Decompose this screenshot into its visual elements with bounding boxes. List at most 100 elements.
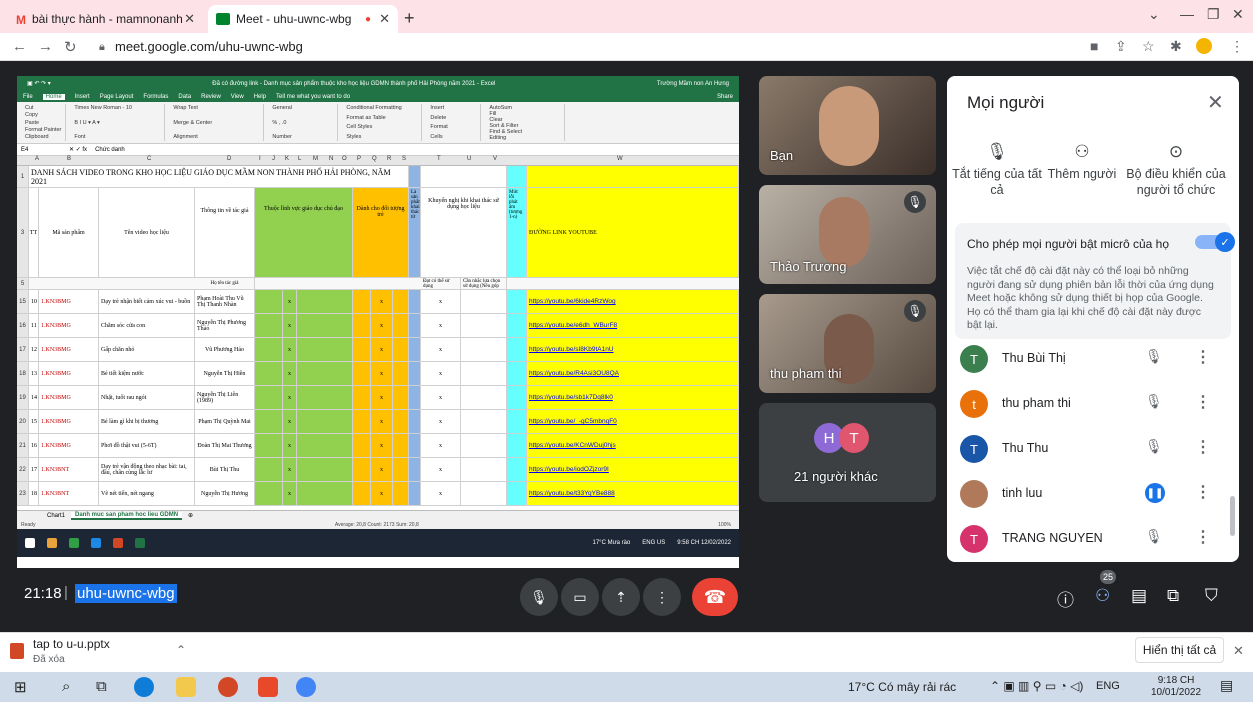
cell[interactable] xyxy=(393,410,409,433)
cell[interactable] xyxy=(255,290,283,313)
cell[interactable] xyxy=(507,434,527,457)
cell-tt[interactable]: 17 xyxy=(29,458,39,481)
cell[interactable] xyxy=(393,290,409,313)
cell-x3[interactable]: x xyxy=(421,290,461,313)
tab-gmail[interactable]: M bài thực hành - mamnonanhung! ✕ xyxy=(8,5,203,33)
col-W[interactable]: W xyxy=(617,156,623,162)
menu-home[interactable]: Home xyxy=(42,93,65,100)
cell-x3[interactable]: x xyxy=(421,338,461,361)
youtube-link[interactable]: https://youtu.be/t33YqYBe888 xyxy=(529,490,615,497)
cell[interactable] xyxy=(461,434,507,457)
hdr-dat[interactable]: Đạt có thể sử dụng xyxy=(421,278,461,289)
app-icon[interactable] xyxy=(258,677,278,697)
cell-x2[interactable]: x xyxy=(371,338,393,361)
number-format-buttons[interactable]: % , .0 xyxy=(272,120,333,126)
meeting-code[interactable]: uhu-uwnc-wbg xyxy=(75,584,177,603)
col-C[interactable]: C xyxy=(147,156,151,162)
cell[interactable] xyxy=(297,290,353,313)
cell-x3[interactable]: x xyxy=(421,482,461,505)
cell[interactable] xyxy=(255,386,283,409)
cell-ten[interactable]: Gấp chăn nhỏ xyxy=(99,338,195,361)
col-I[interactable]: I xyxy=(259,156,261,162)
cell[interactable] xyxy=(409,290,421,313)
hdr-khuyen[interactable]: Khuyến nghị khi khai thác sử dụng học li… xyxy=(421,188,507,277)
cell-x1[interactable]: x xyxy=(283,338,297,361)
col-T[interactable]: T xyxy=(437,156,441,162)
menu-dots-icon[interactable]: ⋮ xyxy=(1230,38,1244,55)
cell[interactable] xyxy=(255,338,283,361)
cell[interactable] xyxy=(353,314,371,337)
cell[interactable] xyxy=(297,362,353,385)
col-M[interactable]: M xyxy=(313,156,318,162)
cell[interactable] xyxy=(393,458,409,481)
cell[interactable] xyxy=(507,410,527,433)
font-style-buttons[interactable]: B I U ▾ A ▾ xyxy=(74,120,160,126)
profile-avatar[interactable] xyxy=(1196,38,1212,54)
cell-rn[interactable]: 15 xyxy=(17,290,29,313)
cell[interactable] xyxy=(507,458,527,481)
hdr-danhcho[interactable]: Dành cho đối tượng trẻ xyxy=(353,188,409,277)
menu-tell-me[interactable]: Tell me what you want to do xyxy=(276,94,350,100)
ribbon-cell-styles[interactable]: Cell Styles xyxy=(346,124,417,130)
col-V[interactable]: V xyxy=(493,156,497,162)
chrome-icon[interactable] xyxy=(296,677,316,697)
youtube-link-cell[interactable]: https://youtu.be/sI8Kb9tA1nU xyxy=(527,338,739,361)
mute-all-button[interactable]: 🎙︎ Tắt tiếng của tất cả xyxy=(947,143,1047,198)
cell-ma[interactable]: 1.KN3BNT xyxy=(39,458,99,481)
chevron-up-icon[interactable]: ⌃ xyxy=(176,643,186,657)
cell-tt[interactable]: 10 xyxy=(29,290,39,313)
col-N[interactable]: N xyxy=(329,156,333,162)
hdr-lasp[interactable]: Là sản phẩm khai thác từ xyxy=(409,188,421,277)
cell[interactable] xyxy=(353,434,371,457)
cell-tg[interactable]: Nguyễn Thị Hương xyxy=(195,482,255,505)
add-people-button[interactable]: ⚇ Thêm người xyxy=(1047,143,1117,182)
cell[interactable] xyxy=(353,338,371,361)
hdr-ma[interactable]: Mã sản phẩm xyxy=(39,188,99,277)
taskbar-clock[interactable]: 9:18 CH 10/01/2022 xyxy=(1151,675,1201,699)
cell[interactable] xyxy=(461,458,507,481)
youtube-link[interactable]: https://youtu.be/6kide4RzWog xyxy=(529,298,616,305)
cell[interactable] xyxy=(297,386,353,409)
youtube-link-cell[interactable]: https://youtu.be/R4Asi3OU8QA xyxy=(527,362,739,385)
menu-data[interactable]: Data xyxy=(178,94,191,100)
cell-x3[interactable]: x xyxy=(421,434,461,457)
cell[interactable] xyxy=(409,410,421,433)
cell-x1[interactable]: x xyxy=(283,458,297,481)
bookmark-star-icon[interactable]: ☆ xyxy=(1142,38,1155,55)
font-name-select[interactable]: Times New Roman - 10 xyxy=(74,105,160,111)
ribbon-cut[interactable]: Cut xyxy=(25,105,61,111)
cell-x2[interactable]: x xyxy=(371,458,393,481)
hdr-can[interactable]: Cần nhắc lựa chọn sử dụng (Nêu góp xyxy=(461,278,507,289)
cell[interactable] xyxy=(409,314,421,337)
cell-ten[interactable]: Bé làm gì khi bị thương xyxy=(99,410,195,433)
close-tab-icon[interactable]: ✕ xyxy=(379,11,390,27)
col-A[interactable]: A xyxy=(35,156,39,162)
url-field[interactable]: 🔒︎ meet.google.com/uhu-uwnc-wbg xyxy=(95,37,1095,57)
close-window-icon[interactable]: ✕ xyxy=(1232,6,1244,23)
minimize-icon[interactable]: — xyxy=(1180,6,1194,22)
cell-tt[interactable]: 12 xyxy=(29,338,39,361)
cell-ma[interactable]: 1.KN3BMG xyxy=(39,290,99,313)
present-button[interactable]: ⇡ xyxy=(602,578,640,616)
file-explorer-icon[interactable] xyxy=(176,677,196,697)
cell-ma[interactable]: 1.KN3BMG xyxy=(39,314,99,337)
youtube-link-cell[interactable]: https://youtu.be/6kide4RzWog xyxy=(527,290,739,313)
tab-search-icon[interactable]: ⌄ xyxy=(1148,6,1160,23)
col-J[interactable]: J xyxy=(272,156,275,162)
ribbon-insert[interactable]: Insert xyxy=(430,105,476,111)
cell-ma[interactable]: 1.KN3BMG xyxy=(39,410,99,433)
cell-x1[interactable]: x xyxy=(283,482,297,505)
cell[interactable] xyxy=(461,314,507,337)
cell[interactable] xyxy=(393,434,409,457)
others-tile[interactable]: H T 21 người khác xyxy=(759,403,936,502)
reload-icon[interactable]: ↻ xyxy=(64,38,77,56)
formula-input[interactable]: Chức danh xyxy=(95,147,125,153)
youtube-link-cell[interactable]: https://youtu.be/t33YqYBe888 xyxy=(527,482,739,505)
cell-x1[interactable]: x xyxy=(283,314,297,337)
cell-x3[interactable]: x xyxy=(421,362,461,385)
cell-x2[interactable]: x xyxy=(371,362,393,385)
cell[interactable] xyxy=(353,482,371,505)
menu-insert[interactable]: Insert xyxy=(75,94,90,100)
cell[interactable] xyxy=(255,434,283,457)
cell-rn[interactable]: 17 xyxy=(17,338,29,361)
